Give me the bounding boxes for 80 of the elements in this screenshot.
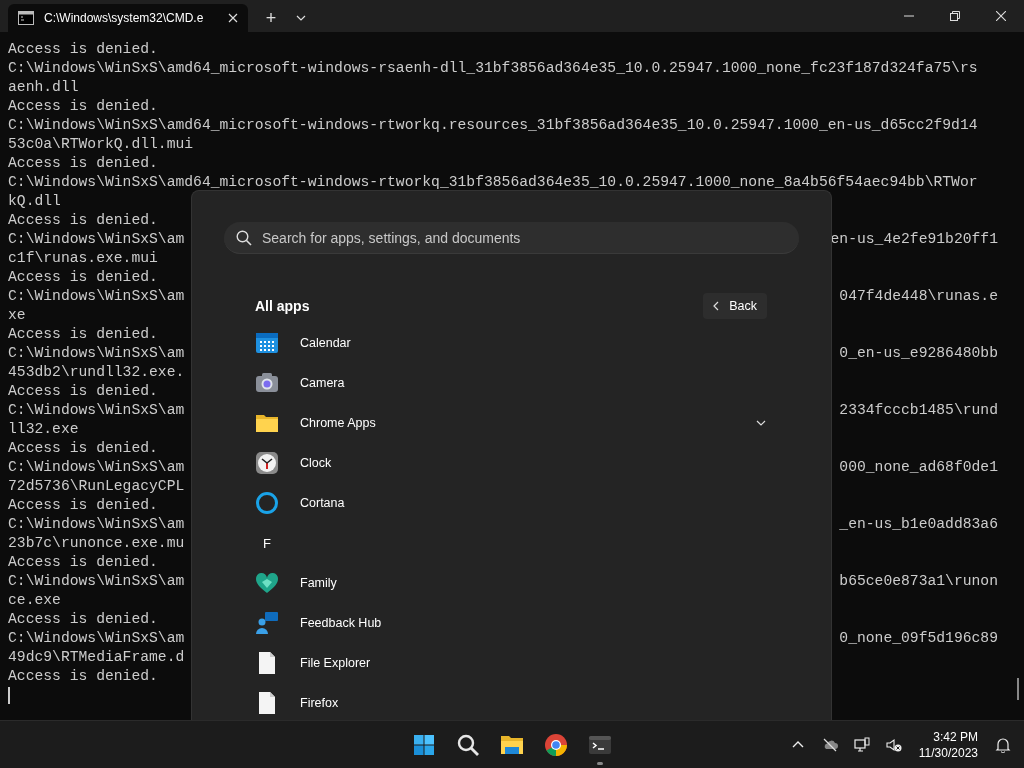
text-cursor bbox=[8, 687, 10, 704]
console-icon bbox=[18, 11, 34, 25]
terminal-text: Access is denied. bbox=[8, 496, 158, 515]
terminal-text: 047f4de448\runas.e bbox=[839, 287, 998, 306]
app-name[interactable]: Firefox bbox=[300, 696, 767, 710]
terminal-text: Access is denied. bbox=[8, 97, 158, 116]
terminal-text: 453db2\rundll32.exe. bbox=[8, 363, 185, 382]
terminal-text: en-us_4e2fe91b20ff1 bbox=[830, 230, 998, 249]
search-field[interactable]: Search for apps, settings, and documents bbox=[224, 222, 799, 254]
maximize-icon[interactable] bbox=[950, 11, 960, 21]
terminal-text: 2334fcccb1485\rund bbox=[839, 401, 998, 420]
browser-icon[interactable] bbox=[544, 732, 568, 757]
network-icon[interactable] bbox=[853, 736, 870, 753]
terminal-text: xe bbox=[8, 306, 26, 325]
terminal-text: ll32.exe bbox=[8, 420, 79, 439]
cloud-off-icon[interactable] bbox=[821, 736, 838, 753]
terminal-text: kQ.dll bbox=[8, 192, 61, 211]
app-name[interactable]: File Explorer bbox=[300, 656, 767, 670]
clock[interactable]: 3:42 PM 11/30/2023 bbox=[918, 728, 978, 761]
camera-icon bbox=[255, 371, 279, 395]
app-name[interactable]: Cortana bbox=[300, 496, 767, 510]
terminal-text: 49dc9\RTMediaFrame.d bbox=[8, 648, 185, 667]
terminal-tab[interactable]: C:\Windows\system32\CMD.e bbox=[8, 4, 248, 32]
terminal-text: aenh.dll bbox=[8, 78, 79, 97]
terminal-text: Access is denied. bbox=[8, 553, 158, 572]
letter-header[interactable]: F bbox=[255, 535, 279, 551]
app-name[interactable]: Clock bbox=[300, 456, 767, 470]
start-icon[interactable] bbox=[412, 732, 436, 757]
terminal-text: 0_en-us_e9286480bb bbox=[839, 344, 998, 363]
chevron-left-icon bbox=[713, 301, 720, 311]
terminal-text: Access is denied. bbox=[8, 382, 158, 401]
back-button[interactable]: Back bbox=[703, 293, 767, 319]
scrollbar-thumb[interactable] bbox=[1017, 678, 1019, 700]
terminal-text: Access is denied. bbox=[8, 40, 158, 59]
terminal-text: Access is denied. bbox=[8, 268, 158, 287]
terminal-text: C:\Windows\WinSxS\am bbox=[8, 287, 185, 306]
terminal-text: 000_none_ad68f0de1 bbox=[839, 458, 998, 477]
close-icon[interactable] bbox=[228, 13, 238, 23]
person-chat-icon bbox=[255, 611, 279, 635]
terminal-text: C:\Windows\WinSxS\am bbox=[8, 401, 185, 420]
bell-icon[interactable] bbox=[995, 736, 1011, 753]
terminal-text: 23b7c\runonce.exe.mu bbox=[8, 534, 185, 553]
app-name[interactable]: Family bbox=[300, 576, 767, 590]
terminal-text: C:\Windows\WinSxS\am bbox=[8, 629, 185, 648]
search-icon bbox=[236, 230, 252, 246]
app-name[interactable]: Calendar bbox=[300, 336, 767, 350]
chevron-down-icon[interactable] bbox=[296, 15, 306, 21]
terminal-text: Access is denied. bbox=[8, 211, 158, 230]
terminal-text: 0_none_09f5d196c89 bbox=[839, 629, 998, 648]
terminal-text: 72d5736\RunLegacyCPL bbox=[8, 477, 185, 496]
terminal-text: C:\Windows\WinSxS\amd64_microsoft-windows-rtworkq_31bf3856ad364e35_10.0.25947.1000_none_8a4b56f54aec94bb\RTWor bbox=[8, 173, 978, 192]
terminal-text: b65ce0e873a1\runon bbox=[839, 572, 998, 591]
terminal-text: C:\Windows\WinSxS\amd64_microsoft-windows-rsaenh-dll_31bf3856ad364e35_10.0.25947.1000_none_fc23f187d324fa75\rs bbox=[8, 59, 978, 78]
terminal-text: Access is denied. bbox=[8, 667, 158, 686]
terminal-text: C:\Windows\WinSxS\am bbox=[8, 230, 185, 249]
terminal-text: Access is denied. bbox=[8, 439, 158, 458]
app-name[interactable]: Chrome Apps bbox=[300, 416, 734, 430]
search-icon[interactable] bbox=[456, 732, 480, 757]
app-name[interactable]: Feedback Hub bbox=[300, 616, 767, 630]
terminal-text: C:\Windows\WinSxS\am bbox=[8, 344, 185, 363]
heart-icon bbox=[255, 571, 279, 595]
terminal-text: Access is denied. bbox=[8, 325, 158, 344]
terminal-text: _en-us_b1e0add83a6 bbox=[839, 515, 998, 534]
terminal-text: C:\Windows\WinSxS\am bbox=[8, 515, 185, 534]
section-heading: All apps bbox=[255, 298, 310, 314]
terminal-text: C:\Windows\WinSxS\amd64_microsoft-windows-rtworkq.resources_31bf3856ad364e35_10.0.25947.1000_en-us_d65cc2f9d14 bbox=[8, 116, 978, 135]
terminal-text: 53c0a\RTWorkQ.dll.mui bbox=[8, 135, 194, 154]
app-name[interactable]: Camera bbox=[300, 376, 767, 390]
terminal-text: Access is denied. bbox=[8, 610, 158, 629]
terminal-text: ce.exe bbox=[8, 591, 61, 610]
terminal-text: Access is denied. bbox=[8, 154, 158, 173]
clock-icon bbox=[255, 451, 279, 475]
terminal-text: c1f\runas.exe.mui bbox=[8, 249, 158, 268]
ring-icon bbox=[255, 491, 279, 515]
speaker-muted-icon[interactable] bbox=[885, 736, 902, 753]
terminal-text: C:\Windows\WinSxS\am bbox=[8, 572, 185, 591]
close-icon[interactable] bbox=[996, 11, 1006, 21]
calendar-icon bbox=[255, 331, 279, 355]
terminal-text: C:\Windows\WinSxS\am bbox=[8, 458, 185, 477]
new-tab-button[interactable]: + bbox=[256, 4, 286, 32]
